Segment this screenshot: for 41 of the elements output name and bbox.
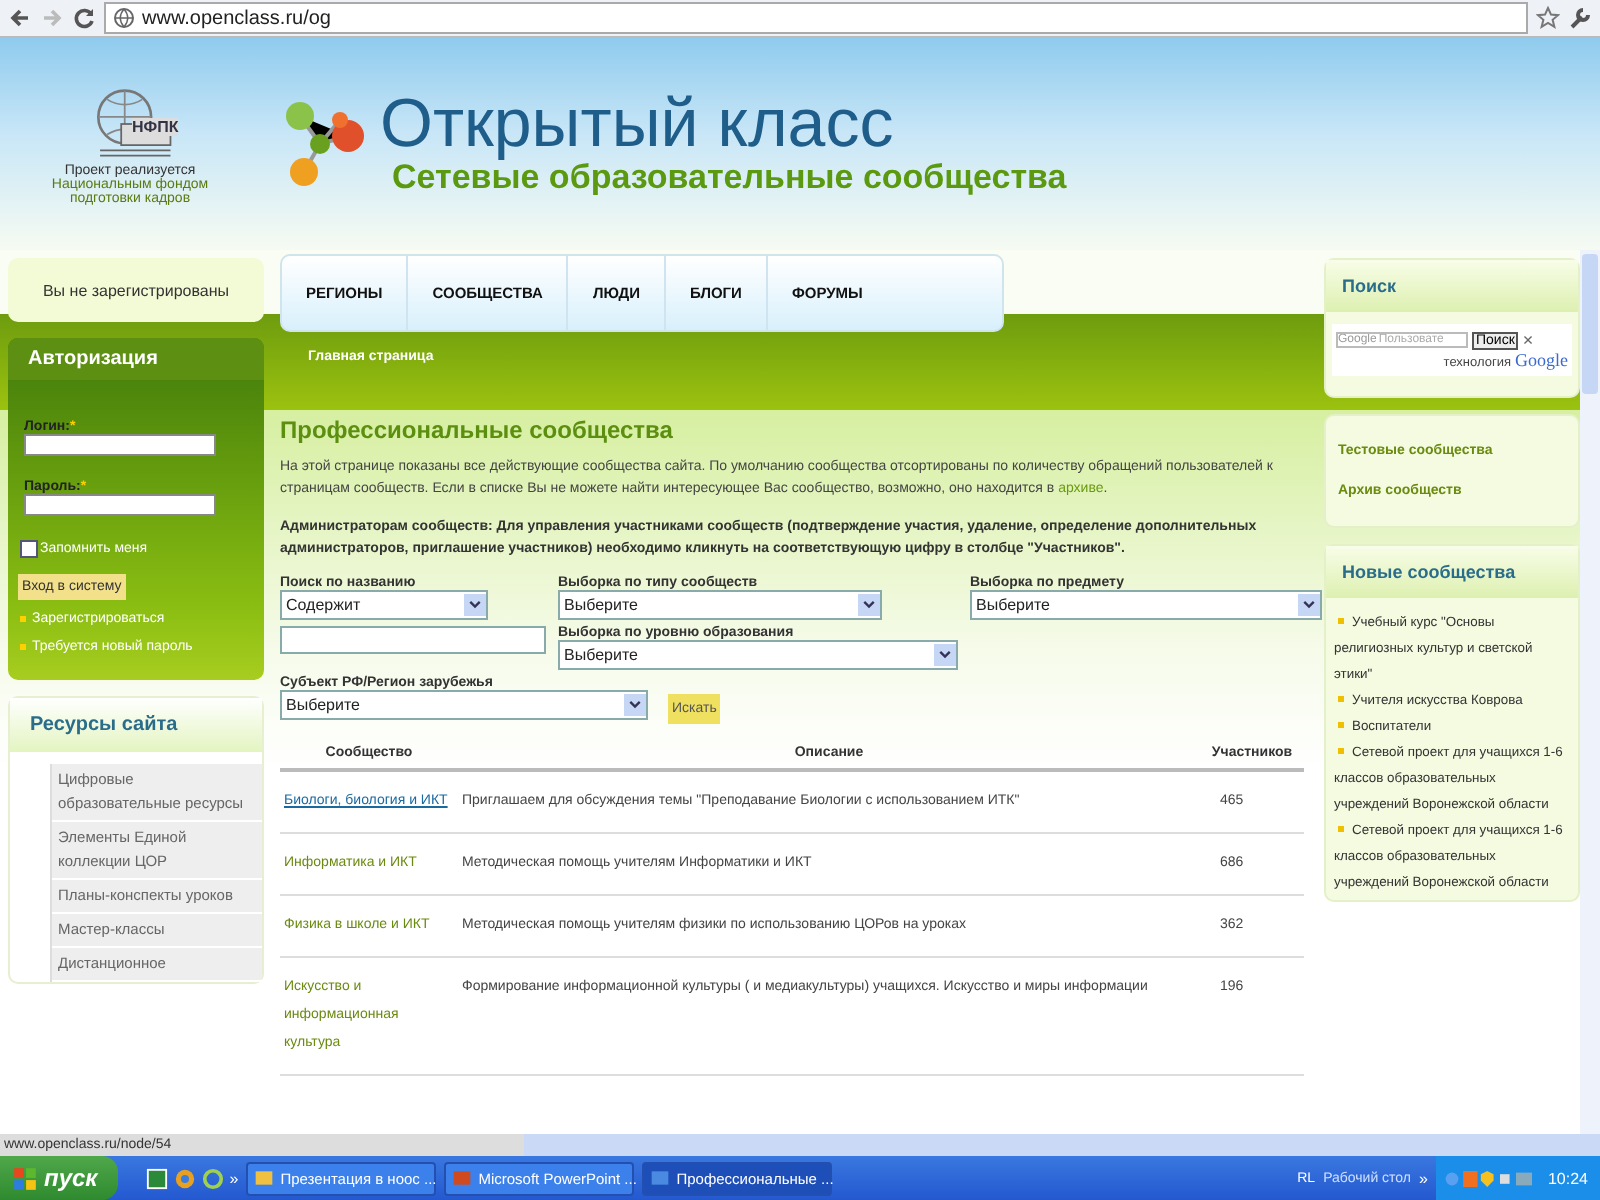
window-icon — [650, 1168, 671, 1188]
input-field[interactable] — [24, 434, 216, 456]
checkbox[interactable] — [20, 540, 38, 558]
globe-icon — [112, 6, 136, 30]
window-icon — [254, 1168, 275, 1188]
close-button[interactable]: × — [1522, 330, 1534, 350]
windows-flag-icon — [12, 1165, 38, 1191]
wrench-icon[interactable] — [1568, 6, 1592, 30]
clock: 10:24 — [1547, 1169, 1588, 1187]
dropdown[interactable]: Выберите — [558, 640, 958, 670]
back-icon[interactable] — [8, 6, 32, 30]
panel-title: Ресурсы сайта — [10, 698, 262, 752]
dropdown[interactable]: Выберите — [558, 590, 882, 620]
panel-title: Поиск — [1326, 260, 1578, 312]
more-button[interactable]: » — [1419, 1169, 1428, 1187]
reload-icon[interactable] — [72, 6, 96, 30]
browser-icon[interactable] — [201, 1167, 224, 1189]
app-icon[interactable] — [145, 1167, 168, 1189]
bullet-icon — [20, 616, 26, 622]
registration-status: Вы не зарегистрированы — [8, 258, 264, 322]
panel-title: Новые сообщества — [1326, 546, 1578, 598]
bullet-icon — [20, 644, 26, 650]
scrollbar[interactable] — [1580, 250, 1600, 1134]
logo-text: НФПК — [132, 117, 179, 135]
page-title: Профессиональные сообщества — [280, 416, 675, 444]
dropdown[interactable]: Выберите — [970, 590, 1322, 620]
site-subtitle: Сетевые образовательные сообщества — [392, 158, 1067, 198]
brand-text: Google — [1515, 350, 1568, 370]
start-button[interactable]: пуск — [0, 1156, 118, 1200]
address-bar[interactable]: www.openclass.ru/og — [104, 2, 1528, 34]
browser-icon[interactable] — [173, 1167, 196, 1189]
dropdown[interactable]: Содержит — [280, 590, 488, 620]
input-field[interactable] — [24, 494, 216, 516]
input-field[interactable] — [280, 626, 546, 654]
site-title: Открытый класс — [380, 90, 896, 158]
window-icon — [452, 1168, 473, 1188]
horizontal-scrollbar[interactable] — [524, 1134, 1600, 1156]
star-icon[interactable] — [1536, 6, 1560, 30]
panel-title: Авторизация — [8, 338, 264, 380]
more-button[interactable]: » — [229, 1169, 239, 1187]
dropdown[interactable]: Выберите — [280, 690, 648, 720]
